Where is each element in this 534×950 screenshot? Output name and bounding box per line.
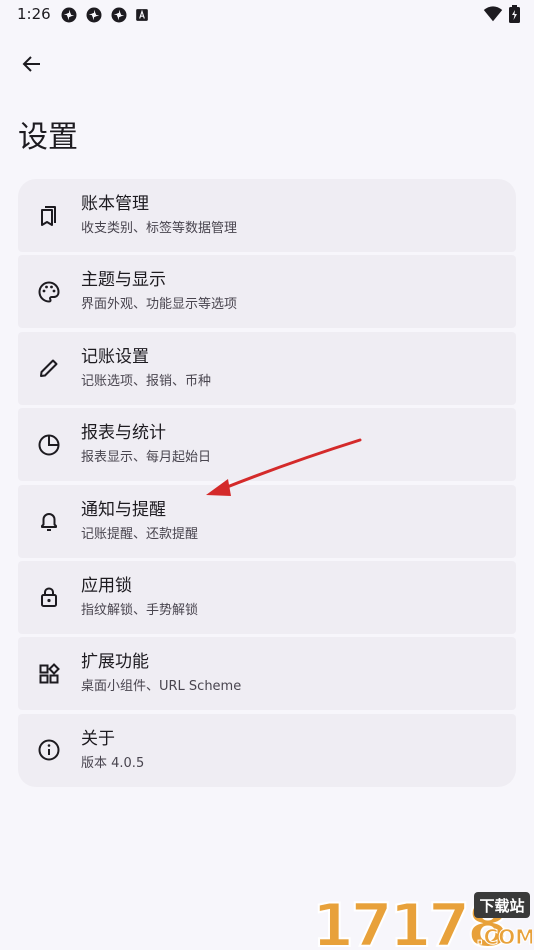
status-bar: 1:26 [0,0,534,30]
bell-icon [37,509,61,533]
settings-item-reports[interactable]: 报表与统计 报表显示、每月起始日 [18,408,516,482]
settings-item-subtitle: 记账选项、报销、币种 [81,373,212,389]
svg-text:.COM: .COM [476,925,532,948]
settings-item-notifications[interactable]: 通知与提醒 记账提醒、还款提醒 [18,484,516,558]
settings-item-extensions[interactable]: 扩展功能 桌面小组件、URL Scheme [18,637,516,711]
wifi-icon [483,6,503,22]
info-icon [37,738,61,762]
book-icon [37,204,61,228]
settings-item-title: 记账设置 [81,346,149,367]
battery-icon [509,5,520,23]
svg-text:下载站: 下载站 [479,897,524,915]
settings-item-title: 主题与显示 [81,270,166,291]
pinwheel-icon [111,7,127,23]
settings-item-title: 账本管理 [81,194,149,214]
arrow-left-icon [22,56,40,72]
watermark: 17178 下载站 .COM [310,888,534,950]
widgets-icon [37,662,61,686]
watermark-logo: 17178 下载站 .COM [311,890,534,950]
settings-item-app-lock[interactable]: 应用锁 指纹解锁、手势解锁 [18,560,516,634]
settings-item-subtitle: 指纹解锁、手势解锁 [81,602,199,618]
settings-item-title: 通知与提醒 [81,499,166,520]
pencil-icon [37,356,61,380]
settings-item-subtitle: 收支类别、标签等数据管理 [81,221,238,236]
settings-item-theme[interactable]: 主题与显示 界面外观、功能显示等选项 [18,255,516,329]
palette-icon [37,280,61,304]
pinwheel-icon [61,7,77,23]
back-button[interactable] [14,46,50,82]
pinwheel-icon [86,7,102,23]
settings-item-title: 报表与统计 [81,423,166,444]
settings-item-title: 关于 [81,728,115,749]
settings-item-subtitle: 报表显示、每月起始日 [81,450,212,466]
settings-item-ledger[interactable]: 账本管理 收支类别、标签等数据管理 [18,179,516,252]
page-title: 设置 [18,120,78,155]
settings-item-subtitle: 版本 4.0.5 [81,755,145,771]
a-badge-icon [136,9,148,21]
settings-item-title: 扩展功能 [81,652,149,673]
status-time: 1:26 [17,5,51,23]
settings-item-subtitle: 桌面小组件、URL Scheme [81,679,242,695]
settings-item-title: 应用锁 [81,575,132,596]
settings-item-about[interactable]: 关于 版本 4.0.5 [18,713,516,787]
settings-item-subtitle: 界面外观、功能显示等选项 [81,297,238,313]
settings-list: 账本管理 收支类别、标签等数据管理 主题与显示 界面外观、功能显示等选项 记账设… [18,179,516,790]
settings-item-subtitle: 记账提醒、还款提醒 [81,526,199,542]
notification-icons [60,6,149,24]
settings-item-bookkeeping[interactable]: 记账设置 记账选项、报销、币种 [18,331,516,405]
lock-icon [37,585,61,609]
pie-chart-icon [37,433,61,457]
system-icons [483,5,520,23]
